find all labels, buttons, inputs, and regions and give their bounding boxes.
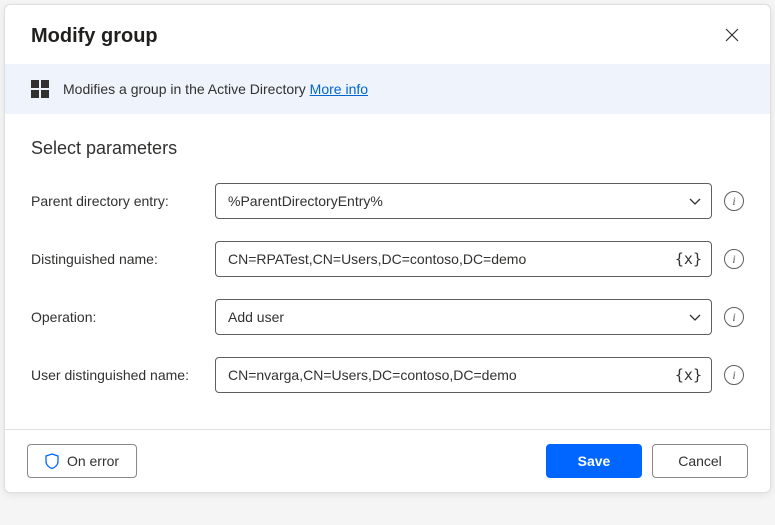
- operation-row: Operation: i: [31, 299, 744, 335]
- variable-picker-icon[interactable]: {x}: [675, 366, 702, 384]
- user-dn-info-icon[interactable]: i: [724, 365, 744, 385]
- distinguished-name-row: Distinguished name: {x} i: [31, 241, 744, 277]
- operation-info-icon[interactable]: i: [724, 307, 744, 327]
- operation-select[interactable]: [215, 299, 712, 335]
- distinguished-name-label: Distinguished name:: [31, 251, 203, 267]
- info-banner: Modifies a group in the Active Directory…: [5, 64, 770, 114]
- close-icon: [724, 27, 740, 46]
- modify-group-dialog: Modify group Modifies a group in the Act…: [4, 4, 771, 493]
- user-dn-input-wrap: {x}: [215, 357, 712, 393]
- more-info-link[interactable]: More info: [310, 81, 368, 97]
- parent-directory-input-wrap: [215, 183, 712, 219]
- dialog-content: Select parameters Parent directory entry…: [5, 114, 770, 429]
- save-button[interactable]: Save: [546, 444, 642, 478]
- distinguished-name-info-icon[interactable]: i: [724, 249, 744, 269]
- dialog-header: Modify group: [5, 5, 770, 64]
- section-title: Select parameters: [31, 138, 744, 159]
- banner-text: Modifies a group in the Active Directory…: [63, 81, 368, 97]
- parent-directory-info-icon[interactable]: i: [724, 191, 744, 211]
- variable-picker-icon[interactable]: {x}: [675, 250, 702, 268]
- operation-label: Operation:: [31, 309, 203, 325]
- footer-actions: Save Cancel: [546, 444, 748, 478]
- on-error-button[interactable]: On error: [27, 444, 137, 478]
- user-dn-label: User distinguished name:: [31, 367, 203, 383]
- parent-directory-select[interactable]: [215, 183, 712, 219]
- parent-directory-label: Parent directory entry:: [31, 193, 203, 209]
- parent-directory-row: Parent directory entry: i: [31, 183, 744, 219]
- user-dn-row: User distinguished name: {x} i: [31, 357, 744, 393]
- shield-icon: [45, 453, 59, 469]
- dialog-footer: On error Save Cancel: [5, 429, 770, 492]
- user-dn-input[interactable]: [215, 357, 712, 393]
- distinguished-name-input[interactable]: [215, 241, 712, 277]
- banner-description: Modifies a group in the Active Directory: [63, 81, 310, 97]
- operation-input-wrap: [215, 299, 712, 335]
- close-button[interactable]: [720, 23, 744, 50]
- on-error-label: On error: [67, 453, 119, 469]
- windows-logo-icon: [31, 80, 49, 98]
- distinguished-name-input-wrap: {x}: [215, 241, 712, 277]
- cancel-button[interactable]: Cancel: [652, 444, 748, 478]
- dialog-title: Modify group: [31, 25, 158, 48]
